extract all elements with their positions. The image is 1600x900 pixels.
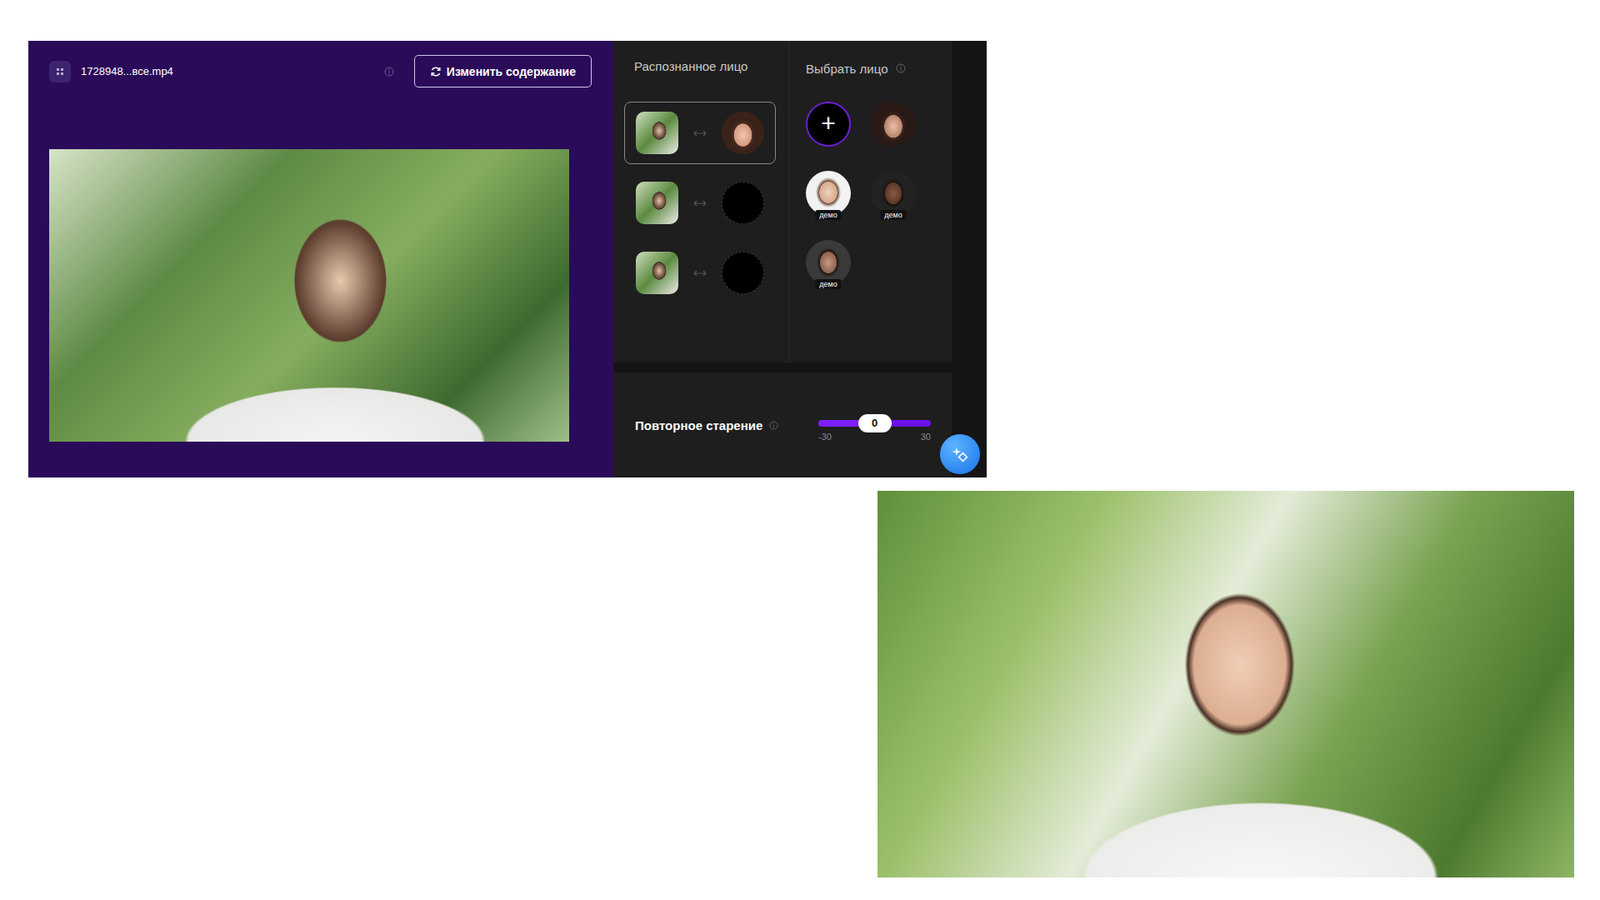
file-name: 1728948...все.mp4	[80, 65, 375, 78]
source-face	[635, 181, 679, 225]
demo-badge: демо	[815, 279, 841, 290]
face-mapping-row[interactable]	[624, 241, 776, 305]
choose-title: Выбрать лицо	[805, 59, 952, 78]
choose-faces: Выбрать лицо +демодемодемо	[789, 40, 952, 363]
detected-title: Распознанное лицо	[624, 59, 776, 78]
page: 1728948...все.mp4 Изменить содержание Ра…	[0, 0, 1600, 900]
face-mapping-row[interactable]	[624, 171, 776, 235]
source-face	[635, 251, 679, 295]
refresh-icon	[430, 65, 442, 78]
target-face[interactable]	[721, 251, 765, 295]
target-face[interactable]	[721, 181, 765, 225]
target-face[interactable]	[721, 111, 765, 155]
swap-arrow-icon	[693, 130, 707, 137]
aging-label: Повторное старение	[635, 418, 779, 433]
aging-panel: Повторное старение 0 -30 30	[613, 372, 952, 478]
result-photo	[877, 490, 1575, 878]
info-icon[interactable]	[769, 420, 779, 430]
slider-max: 30	[920, 431, 931, 442]
change-content-button[interactable]: Изменить содержание	[414, 55, 592, 88]
info-icon[interactable]	[895, 63, 906, 74]
face-option[interactable]: демо	[805, 240, 851, 285]
video-frame	[49, 149, 570, 442]
preview-area: 1728948...все.mp4 Изменить содержание	[28, 40, 614, 478]
slider-min: -30	[818, 431, 832, 442]
aging-slider[interactable]: 0 -30 30	[818, 408, 931, 442]
swap-arrow-icon	[693, 200, 707, 207]
file-icon	[49, 60, 71, 83]
faces-panel: Распознанное лицо Выбрать лицо +демодемо…	[613, 40, 952, 363]
detected-faces: Распознанное лицо	[613, 40, 790, 363]
swap-arrow-icon	[693, 270, 707, 277]
side-panel: Распознанное лицо Выбрать лицо +демодемо…	[613, 40, 987, 478]
add-face-button[interactable]: +	[805, 101, 851, 147]
face-option[interactable]	[870, 101, 916, 147]
slider-track: 0	[818, 420, 931, 427]
sparkle-icon	[950, 444, 970, 465]
demo-badge: демо	[880, 210, 906, 220]
file-header: 1728948...все.mp4 Изменить содержание	[49, 55, 592, 88]
source-face	[635, 111, 679, 155]
face-mapping-row[interactable]	[624, 101, 776, 165]
ai-assist-button[interactable]	[940, 434, 980, 475]
demo-badge: демо	[815, 210, 841, 220]
face-option[interactable]: демо	[805, 170, 851, 216]
slider-thumb[interactable]: 0	[858, 414, 892, 433]
face-option[interactable]: демо	[870, 170, 916, 216]
info-icon[interactable]	[384, 66, 395, 77]
face-swap-editor: 1728948...все.mp4 Изменить содержание Ра…	[28, 40, 987, 478]
